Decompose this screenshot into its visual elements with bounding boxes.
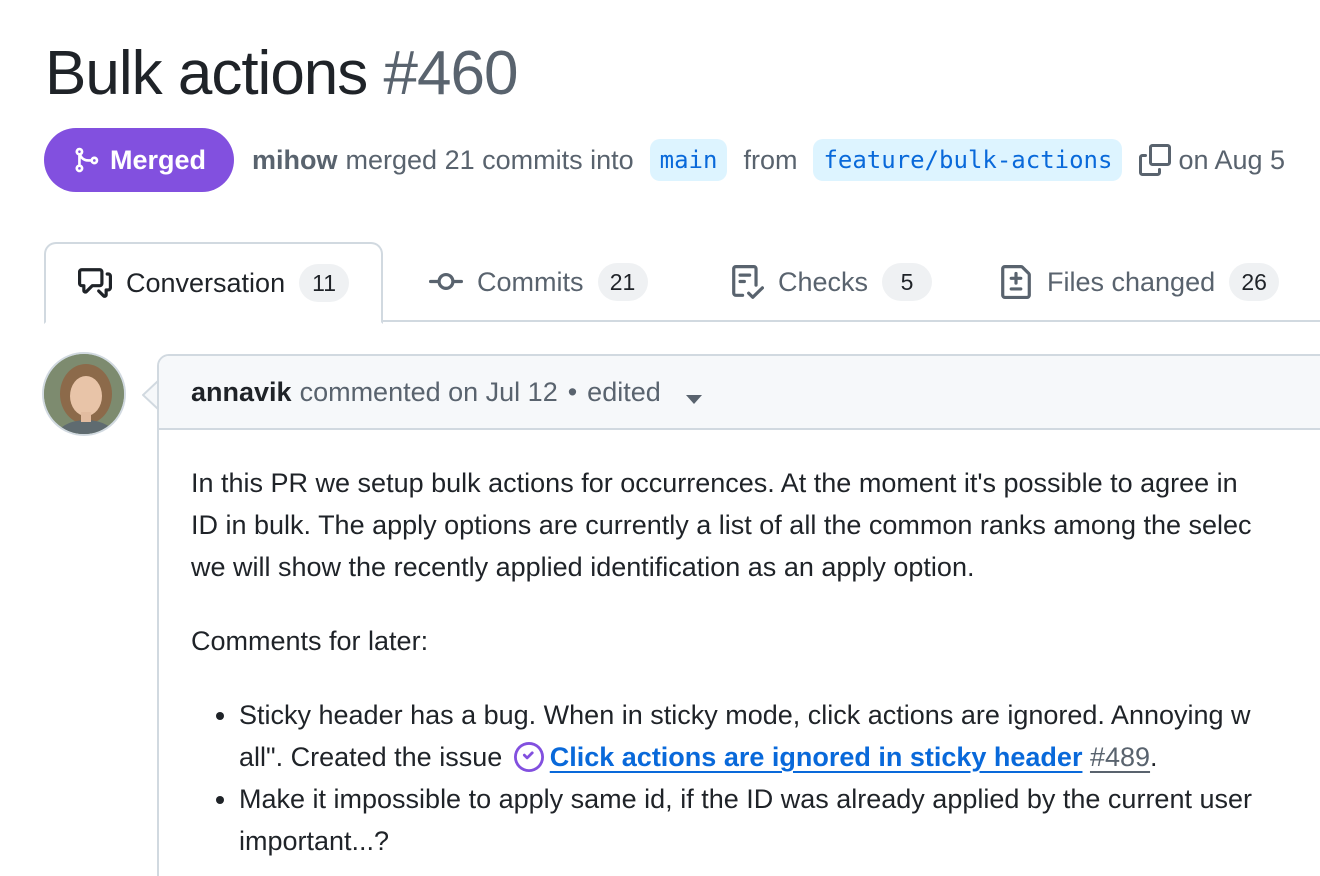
checklist-icon (732, 265, 764, 299)
edited-label: edited (587, 376, 661, 407)
pull-request-page: Bulk actions #460 Merged mihow merged 21… (0, 0, 1320, 876)
tab-conversation-label: Conversation (126, 267, 286, 298)
tab-files-changed-count: 26 (1229, 263, 1280, 301)
merge-author-link[interactable]: mihow (252, 145, 338, 176)
issue-closed-icon (513, 742, 544, 772)
tab-checks-count: 5 (882, 263, 933, 301)
tab-files-changed-label: Files changed (1047, 266, 1216, 297)
tab-commits-label: Commits (477, 266, 584, 297)
pr-state-row: Merged mihow merged 21 commits into main… (44, 128, 1285, 192)
comment-paragraph: Comments for later: (191, 626, 429, 656)
comment-body: In this PR we setup bulk actions for occ… (159, 430, 1320, 862)
tab-conversation[interactable]: Conversation 11 (44, 242, 384, 324)
merge-date: on Aug 5 (1178, 144, 1286, 175)
issue-number-link[interactable]: #489 (1090, 742, 1150, 772)
tab-checks[interactable]: Checks 5 (730, 242, 933, 322)
comment-list: Sticky header has a bug. When in sticky … (191, 694, 1320, 862)
chevron-down-icon (686, 394, 703, 404)
list-item-text: Sticky header has a bug. When in sticky … (239, 700, 1251, 730)
separator-dot: • (567, 376, 578, 407)
head-branch-link[interactable]: feature/bulk-actions (813, 139, 1123, 181)
comment-discussion-icon (78, 268, 112, 298)
list-item-text: Make it impossible to apply same id, if … (239, 784, 1252, 814)
comment-timestamp[interactable]: commented on Jul 12 (300, 377, 558, 408)
merged-state-badge: Merged (44, 128, 235, 192)
avatar[interactable] (42, 352, 126, 436)
pr-number: #460 (383, 39, 519, 108)
base-branch-link[interactable]: main (649, 139, 728, 181)
list-item-text: important...? (239, 826, 390, 856)
from-text: from (743, 144, 798, 175)
tab-conversation-count: 11 (299, 264, 350, 302)
copy-icon[interactable] (1138, 143, 1172, 177)
comment-header: annavik commented on Jul 12 • edited (159, 356, 1320, 430)
comment-box: annavik commented on Jul 12 • edited In … (157, 354, 1320, 876)
tab-files-changed[interactable]: Files changed 26 (999, 242, 1280, 322)
git-merge-icon (75, 147, 99, 173)
comment-text-line: ID in bulk. The apply options are curren… (191, 510, 1252, 540)
list-item: Make it impossible to apply same id, if … (239, 778, 1320, 862)
list-item-text: . (1150, 742, 1158, 772)
tab-commits[interactable]: Commits 21 (429, 242, 648, 322)
edited-dropdown[interactable]: edited (587, 376, 703, 408)
file-diff-icon (1001, 265, 1031, 299)
issue-link[interactable]: Click actions are ignored in sticky head… (550, 742, 1083, 772)
comment-paragraph: In this PR we setup bulk actions for occ… (191, 462, 1320, 588)
page-title: Bulk actions #460 (45, 38, 519, 110)
pr-tabs: Conversation 11 Commits 21 Checks 5 File… (44, 242, 1320, 324)
list-item: Sticky header has a bug. When in sticky … (239, 694, 1320, 778)
git-commit-icon (429, 272, 463, 290)
merge-description: merged 21 commits into (345, 144, 634, 175)
tab-checks-label: Checks (778, 266, 869, 297)
comment-text-line: we will show the recently applied identi… (191, 552, 975, 582)
pr-title: Bulk actions (45, 39, 368, 108)
comment-author-link[interactable]: annavik (191, 377, 292, 408)
tab-commits-count: 21 (597, 263, 648, 301)
merged-label: Merged (110, 144, 207, 175)
comment-text-line: In this PR we setup bulk actions for occ… (191, 468, 1238, 498)
list-item-text: all". Created the issue (239, 742, 503, 772)
